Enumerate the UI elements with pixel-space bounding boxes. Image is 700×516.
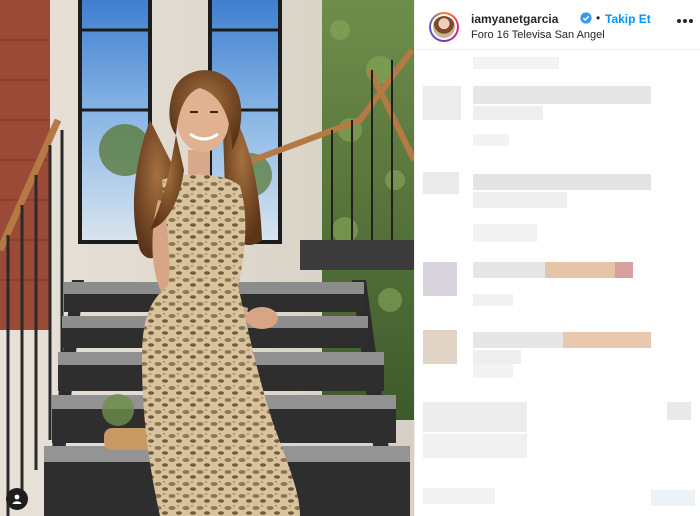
pixelated-block: [473, 106, 543, 120]
pixelated-block: [473, 262, 545, 278]
pixelated-block: [473, 57, 559, 69]
pixelated-block: [473, 192, 567, 208]
post-image: [0, 0, 414, 516]
pixelated-avatar: [423, 330, 457, 364]
pixelated-block: [423, 402, 527, 432]
post-photo[interactable]: [0, 0, 414, 516]
location-link[interactable]: Foro 16 Televisa San Angel: [471, 29, 605, 41]
pixelated-block: [473, 294, 513, 306]
post-panel: iamyanetgarcia • Takip Et Foro 16 Televi…: [414, 0, 700, 516]
pixelated-block: [473, 224, 537, 242]
pixelated-block: [545, 262, 615, 278]
pixelated-block: [615, 262, 633, 278]
post-header: iamyanetgarcia • Takip Et Foro 16 Televi…: [415, 0, 700, 50]
pixelated-block: [473, 350, 521, 364]
pixelated-block: [423, 488, 495, 504]
avatar-image: [433, 16, 455, 38]
user-tag-button[interactable]: [6, 488, 28, 510]
verified-badge-icon: [580, 12, 592, 24]
follow-button[interactable]: Takip Et: [605, 12, 651, 26]
pixelated-block: [473, 134, 509, 146]
pixelated-avatar: [423, 262, 457, 296]
pixelated-block: [473, 174, 651, 190]
pixelated-block: [473, 364, 513, 378]
pixelated-block: [563, 332, 651, 348]
pixelated-block: [667, 402, 691, 420]
pixelated-avatar: [423, 172, 459, 194]
more-options-icon[interactable]: [677, 18, 693, 24]
avatar[interactable]: [429, 12, 459, 42]
user-tag-icon: [12, 494, 22, 504]
separator-dot: •: [596, 11, 601, 25]
avatar-ring: [431, 14, 457, 40]
pixelated-avatar: [423, 86, 461, 120]
username-link[interactable]: iamyanetgarcia: [471, 12, 558, 26]
pixelated-block: [473, 332, 563, 348]
pixelated-block: [651, 490, 695, 506]
pixelated-block: [423, 434, 527, 458]
pixelated-block: [473, 86, 651, 104]
